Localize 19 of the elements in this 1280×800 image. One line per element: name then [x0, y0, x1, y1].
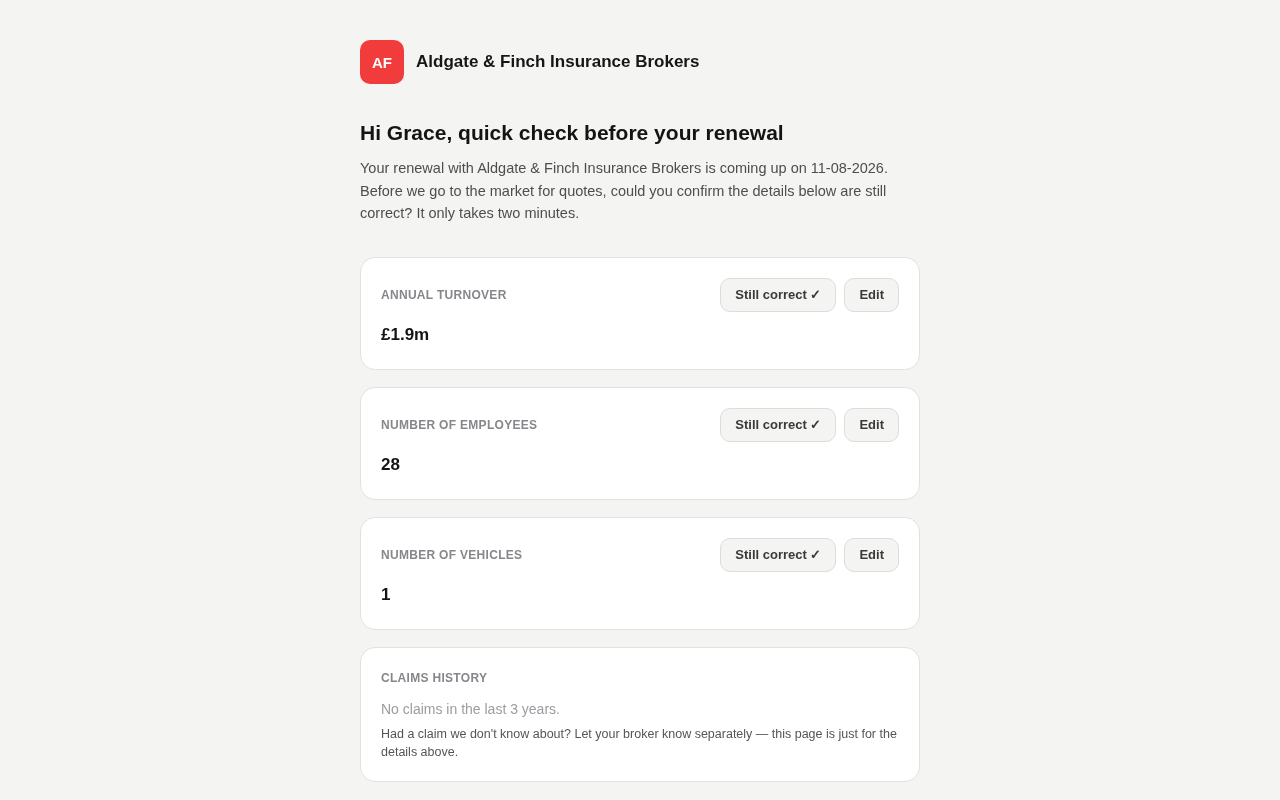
action-button[interactable]: Edit [844, 407, 899, 442]
claims-note: Had a claim we don't know about? Let your broker know separately — this page is just for the details above. [381, 725, 898, 761]
action-button[interactable]: Edit [844, 537, 899, 572]
action-button[interactable]: Still correct ✓ [720, 537, 837, 572]
action-button[interactable]: Still correct ✓ [720, 277, 837, 312]
detail-value: 28 [381, 453, 401, 476]
intro-text: Your renewal with Aldgate & Finch Insurance Brokers is coming up on 11-08-2026. Before we go to the market for quotes, could you confirm the details below are still correct? It only takes two minutes. [360, 159, 889, 223]
detail-value: 1 [381, 583, 392, 606]
action-button[interactable]: Still correct ✓ [720, 407, 837, 442]
brand-logo: AF [360, 40, 404, 84]
detail-label: NUMBER OF VEHICLES [381, 547, 523, 562]
detail-value: £1.9m [381, 323, 431, 346]
detail-label: ANNUAL TURNOVER [381, 287, 507, 302]
claims-summary: No claims in the last 3 years. [381, 699, 561, 719]
brand-name: Aldgate & Finch Insurance Brokers [416, 52, 700, 72]
action-button[interactable]: Edit [844, 277, 899, 312]
detail-label: NUMBER OF EMPLOYEES [381, 417, 538, 432]
claims-label: CLAIMS HISTORY [381, 669, 489, 687]
page-heading: Hi Grace, quick check before your renewal [360, 120, 785, 146]
